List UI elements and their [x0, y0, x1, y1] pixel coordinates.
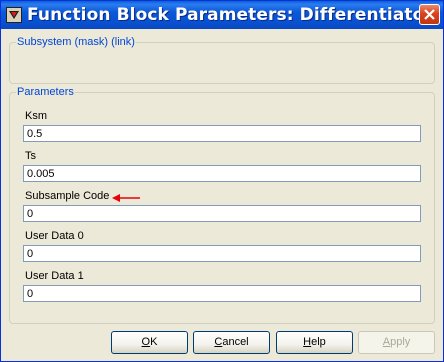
user-data-0-label: User Data 0 [25, 230, 84, 242]
apply-button[interactable]: Apply [358, 331, 435, 354]
cancel-button[interactable]: Cancel [193, 331, 270, 354]
simulink-app-icon [6, 7, 22, 23]
help-button[interactable]: Help [276, 331, 353, 354]
subsystem-group: Subsystem (mask) (link) [9, 36, 435, 84]
subsystem-group-label: Subsystem (mask) (link) [16, 36, 136, 48]
red-arrow-icon [112, 194, 140, 202]
close-icon [424, 9, 435, 20]
parameters-group-label: Parameters [16, 86, 75, 98]
ok-button[interactable]: OK [111, 331, 188, 354]
ts-input[interactable] [23, 165, 421, 182]
title-bar[interactable]: Function Block Parameters: Differentiato… [1, 1, 443, 29]
user-data-0-input[interactable] [23, 245, 421, 262]
subsample-code-input[interactable] [23, 205, 421, 222]
subsample-code-label: Subsample Code [25, 190, 110, 202]
ksm-input[interactable] [23, 125, 421, 142]
user-data-1-input[interactable] [23, 285, 421, 302]
user-data-1-label: User Data 1 [25, 270, 84, 282]
close-button[interactable] [419, 4, 440, 25]
window-title: Function Block Parameters: Differentiato… [27, 5, 433, 25]
dialog-window: Function Block Parameters: Differentiato… [0, 0, 444, 362]
ksm-label: Ksm [25, 110, 47, 122]
ts-label: Ts [25, 150, 36, 162]
